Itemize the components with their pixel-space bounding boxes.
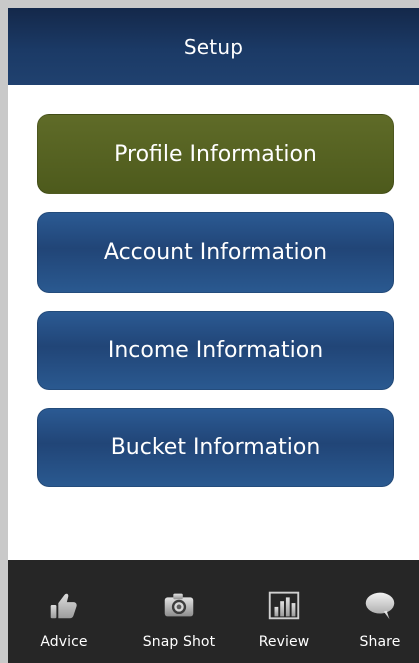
bucket-information-button[interactable]: Bucket Information [37, 408, 394, 487]
setup-menu: Profile Information Account Information … [37, 114, 394, 505]
bottom-navigation: Advice Snap Shot Review Share [8, 560, 419, 663]
bar-chart-icon [268, 591, 300, 620]
nav-label-snap-shot: Snap Shot [142, 634, 216, 650]
profile-information-button[interactable]: Profile Information [37, 114, 394, 194]
nav-item-advice[interactable]: Advice [18, 560, 110, 663]
account-information-label: Account Information [103, 240, 328, 265]
bucket-information-label: Bucket Information [110, 435, 321, 460]
profile-information-label: Profile Information [114, 141, 317, 167]
top-bar: Setup [8, 8, 419, 85]
thumbs-up-icon [50, 593, 77, 619]
account-information-button[interactable]: Account Information [37, 212, 394, 293]
camera-icon [164, 593, 194, 617]
nav-item-snap-shot[interactable]: Snap Shot [125, 560, 233, 663]
income-information-label: Income Information [107, 338, 324, 363]
nav-item-review[interactable]: Review [238, 560, 330, 663]
nav-label-review: Review [258, 634, 310, 650]
speech-bubble-icon [365, 592, 395, 620]
income-information-button[interactable]: Income Information [37, 311, 394, 390]
nav-item-share[interactable]: Share [334, 560, 419, 663]
nav-label-share: Share [359, 634, 401, 650]
app-screen: Setup Profile Information Account Inform… [8, 8, 419, 663]
page-title: Setup [183, 34, 244, 59]
nav-label-advice: Advice [40, 634, 88, 650]
